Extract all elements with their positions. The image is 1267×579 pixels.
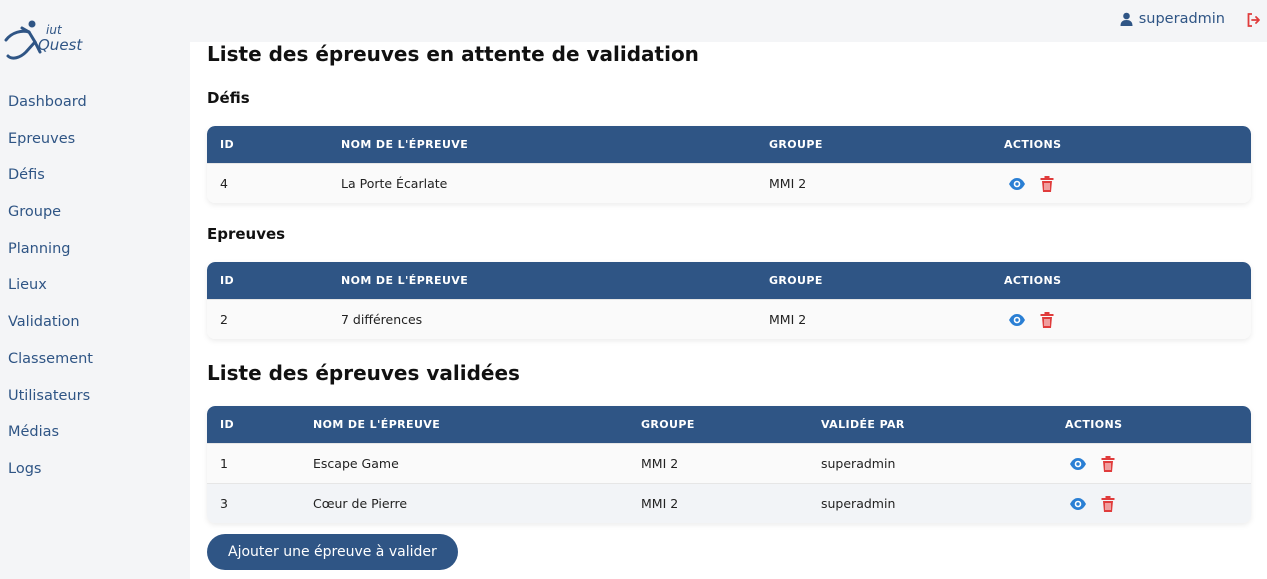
table-row: 2 7 différences MMI 2 <box>207 299 1251 339</box>
validated-table: ID NOM DE L'ÉPREUVE GROUPE VALIDÉE PAR A… <box>207 406 1251 523</box>
cell-name: Escape Game <box>313 456 399 471</box>
sidebar-item-medias[interactable]: Médias <box>8 422 93 459</box>
sidebar-item-epreuves[interactable]: Epreuves <box>8 129 93 166</box>
col-name: NOM DE L'ÉPREUVE <box>341 274 469 287</box>
username: superadmin <box>1138 11 1225 27</box>
sidebar-item-planning[interactable]: Planning <box>8 239 93 276</box>
sidebar-item-defis[interactable]: Défis <box>8 165 93 202</box>
cell-name: 7 différences <box>341 312 423 327</box>
cell-id: 4 <box>220 176 228 191</box>
sidebar: iut Quest Dashboard Epreuves Défis Group… <box>0 0 190 579</box>
sidebar-nav: Dashboard Epreuves Défis Groupe Planning… <box>8 92 93 496</box>
table-row: 1 Escape Game MMI 2 superadmin <box>207 443 1251 483</box>
cell-group: MMI 2 <box>641 456 679 471</box>
cell-id: 3 <box>220 496 228 511</box>
col-name: NOM DE L'ÉPREUVE <box>341 138 469 151</box>
row-actions <box>1069 455 1117 473</box>
col-actions: ACTIONS <box>1065 418 1123 431</box>
col-id: ID <box>220 274 235 287</box>
sidebar-item-groupe[interactable]: Groupe <box>8 202 93 239</box>
row-actions <box>1069 495 1117 513</box>
table-header: ID NOM DE L'ÉPREUVE GROUPE ACTIONS <box>207 262 1251 299</box>
eye-icon[interactable] <box>1008 311 1026 329</box>
cell-name: Cœur de Pierre <box>313 496 408 511</box>
col-validated-by: VALIDÉE PAR <box>821 418 905 431</box>
table-row: 3 Cœur de Pierre MMI 2 superadmin <box>207 483 1251 523</box>
col-actions: ACTIONS <box>1004 274 1062 287</box>
sidebar-item-utilisateurs[interactable]: Utilisateurs <box>8 386 93 423</box>
sidebar-item-validation[interactable]: Validation <box>8 312 93 349</box>
epreuves-table: ID NOM DE L'ÉPREUVE GROUPE ACTIONS 2 7 d… <box>207 262 1251 339</box>
col-name: NOM DE L'ÉPREUVE <box>313 418 441 431</box>
cell-id: 1 <box>220 456 228 471</box>
user-menu[interactable]: superadmin <box>1120 11 1225 27</box>
sidebar-item-dashboard[interactable]: Dashboard <box>8 92 93 129</box>
cell-group: MMI 2 <box>769 176 807 191</box>
sidebar-item-classement[interactable]: Classement <box>8 349 93 386</box>
epreuves-title: Epreuves <box>207 225 286 243</box>
pending-title: Liste des épreuves en attente de validat… <box>207 42 699 66</box>
table-header: ID NOM DE L'ÉPREUVE GROUPE ACTIONS <box>207 126 1251 163</box>
validated-title: Liste des épreuves validées <box>207 361 520 385</box>
cell-validated-by: superadmin <box>821 456 896 471</box>
row-actions <box>1008 175 1056 193</box>
cell-id: 2 <box>220 312 228 327</box>
trash-icon[interactable] <box>1038 175 1056 193</box>
user-icon <box>1120 12 1133 26</box>
sidebar-item-lieux[interactable]: Lieux <box>8 275 93 312</box>
eye-icon[interactable] <box>1008 175 1026 193</box>
main-content: Liste des épreuves en attente de validat… <box>190 42 1267 579</box>
table-header: ID NOM DE L'ÉPREUVE GROUPE VALIDÉE PAR A… <box>207 406 1251 443</box>
col-actions: ACTIONS <box>1004 138 1062 151</box>
col-id: ID <box>220 418 235 431</box>
eye-icon[interactable] <box>1069 455 1087 473</box>
col-id: ID <box>220 138 235 151</box>
cell-validated-by: superadmin <box>821 496 896 511</box>
topbar: superadmin <box>0 0 1267 42</box>
trash-icon[interactable] <box>1038 311 1056 329</box>
col-group: GROUPE <box>769 138 823 151</box>
eye-icon[interactable] <box>1069 495 1087 513</box>
logout-icon[interactable] <box>1247 13 1261 27</box>
defis-title: Défis <box>207 89 250 107</box>
trash-icon[interactable] <box>1099 495 1117 513</box>
sidebar-item-logs[interactable]: Logs <box>8 459 93 496</box>
col-group: GROUPE <box>769 274 823 287</box>
table-row: 4 La Porte Écarlate MMI 2 <box>207 163 1251 203</box>
cell-group: MMI 2 <box>769 312 807 327</box>
cell-group: MMI 2 <box>641 496 679 511</box>
add-epreuve-button[interactable]: Ajouter une épreuve à valider <box>207 534 458 570</box>
defis-table: ID NOM DE L'ÉPREUVE GROUPE ACTIONS 4 La … <box>207 126 1251 203</box>
cell-name: La Porte Écarlate <box>341 176 448 191</box>
trash-icon[interactable] <box>1099 455 1117 473</box>
row-actions <box>1008 311 1056 329</box>
col-group: GROUPE <box>641 418 695 431</box>
